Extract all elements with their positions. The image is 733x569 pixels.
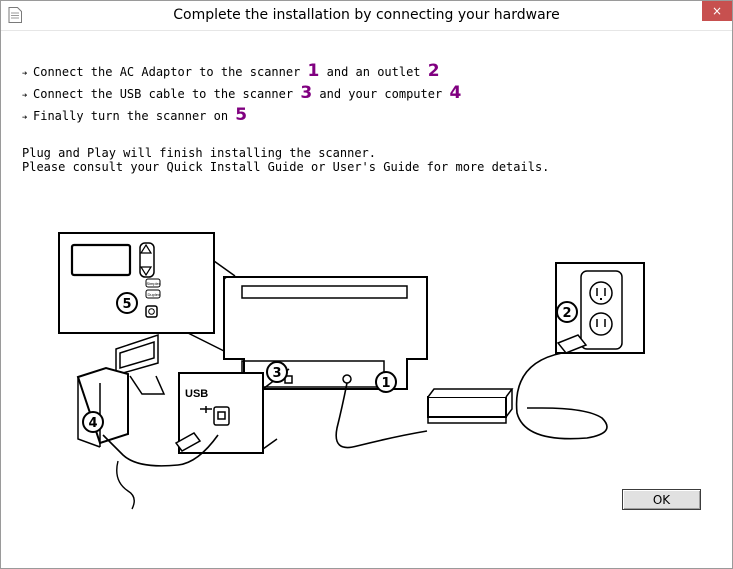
step-number: 3 (300, 83, 313, 103)
callout-5: 5 (122, 297, 131, 312)
ok-button[interactable]: OK (622, 489, 701, 510)
simplex-button-label: Simplex (147, 281, 161, 286)
step-number: 5 (235, 105, 248, 125)
info-line: Plug and Play will finish installing the… (22, 146, 377, 160)
step-2: ➔ Connect the USB cable to the scanner 3 … (22, 82, 549, 104)
callout-4: 4 (88, 416, 97, 431)
window-title: Complete the installation by connecting … (173, 7, 560, 23)
duplex-button-label: Duplex (148, 292, 160, 297)
callout-1: 1 (381, 376, 390, 391)
ac-adapter (427, 388, 514, 424)
step-text: Connect the USB cable to the scanner (33, 87, 301, 101)
arrow-bullet-icon: ➔ (22, 113, 28, 123)
title-bar: Complete the installation by connecting … (1, 1, 732, 31)
info-line: Please consult your Quick Install Guide … (22, 160, 550, 174)
hardware-connection-illustration: USB Simplex Duplex 5 3 1 2 4 (58, 232, 645, 510)
step-number: 2 (427, 61, 440, 81)
usb-label: USB (185, 388, 208, 400)
callout-3: 3 (272, 366, 281, 381)
step-number: 4 (449, 83, 462, 103)
step-text: and your computer (312, 87, 450, 101)
step-text: Connect the AC Adaptor to the scanner (33, 65, 308, 79)
step-3: ➔ Finally turn the scanner on 5 (22, 104, 549, 126)
instructions: ➔ Connect the AC Adaptor to the scanner 1… (22, 60, 549, 174)
step-text: Finally turn the scanner on (33, 109, 236, 123)
step-1: ➔ Connect the AC Adaptor to the scanner 1… (22, 60, 549, 82)
step-number: 1 (307, 61, 320, 81)
callout-2: 2 (562, 306, 571, 321)
info-text: Plug and Play will finish installing the… (22, 146, 549, 174)
installer-dialog: Complete the installation by connecting … (0, 0, 733, 569)
step-text: and an outlet (319, 65, 428, 79)
close-button[interactable]: × (702, 1, 732, 21)
